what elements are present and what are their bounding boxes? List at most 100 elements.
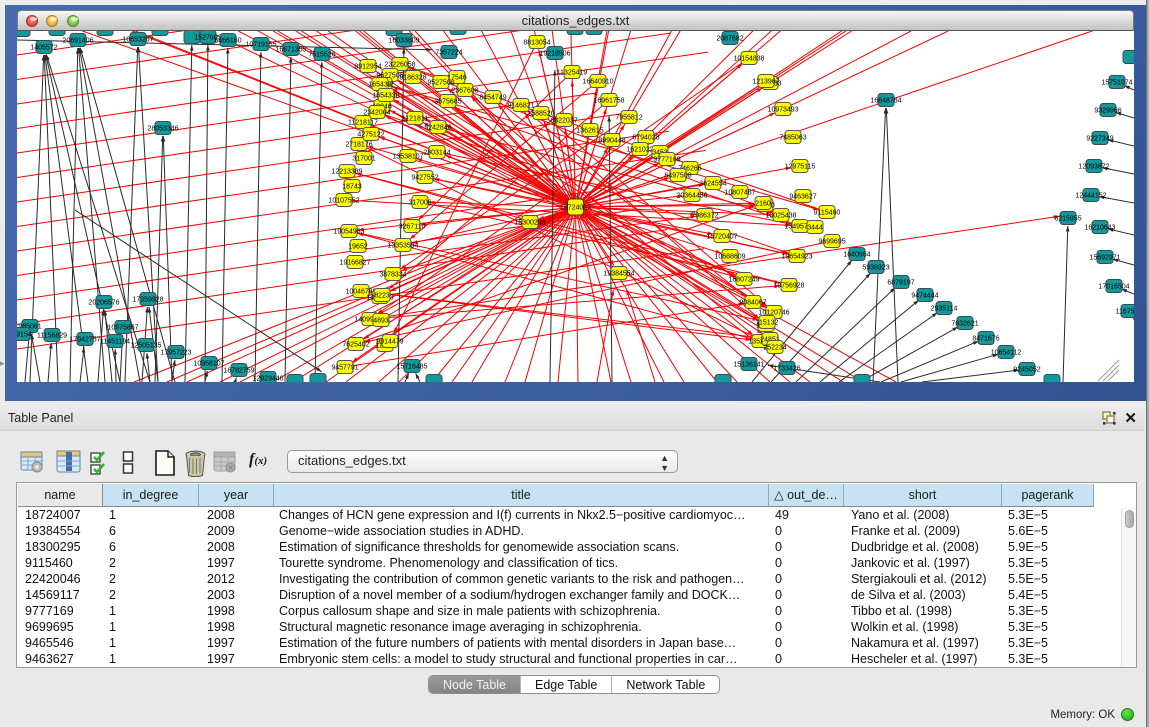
svg-text:7515526: 7515526: [308, 51, 335, 58]
svg-text:9146821: 9146821: [507, 102, 534, 109]
svg-text:9115460: 9115460: [814, 209, 841, 216]
svg-text:16033809: 16033809: [388, 37, 419, 44]
svg-text:11156829: 11156829: [37, 332, 67, 339]
svg-text:11451194: 11451194: [100, 338, 130, 345]
svg-text:13353594: 13353594: [387, 242, 418, 249]
svg-text:10807487: 10807487: [724, 189, 755, 196]
svg-text:6794028: 6794028: [632, 134, 659, 141]
svg-text:9427552: 9427552: [411, 174, 438, 181]
svg-text:10958107: 10958107: [193, 360, 224, 367]
svg-text:15751074: 15751074: [1101, 79, 1132, 86]
svg-text:19384554: 19384554: [603, 270, 634, 277]
svg-text:18724007: 18724007: [560, 204, 591, 211]
svg-text:9463627: 9463627: [789, 193, 816, 200]
svg-text:28053346: 28053346: [147, 125, 178, 132]
svg-text:19166827: 19166827: [339, 259, 370, 266]
svg-text:11325419: 11325419: [557, 69, 588, 76]
svg-text:7986372: 7986372: [691, 212, 718, 219]
svg-text:8454749: 8454749: [479, 94, 506, 101]
svg-text:8223: 8223: [374, 292, 390, 299]
svg-text:1405572: 1405572: [30, 44, 57, 51]
svg-text:8186328: 8186328: [399, 74, 426, 81]
svg-text:16782759: 16782759: [223, 367, 254, 374]
svg-text:17957223: 17957223: [160, 349, 191, 356]
svg-text:317006: 317006: [408, 199, 431, 206]
svg-text:3624554: 3624554: [699, 180, 726, 187]
svg-text:15716485: 15716485: [396, 363, 427, 370]
svg-text:10654112: 10654112: [991, 349, 1022, 356]
svg-text:17942757: 17942757: [69, 336, 100, 343]
svg-text:3444: 3444: [807, 224, 823, 231]
svg-text:9914479: 9914479: [376, 338, 403, 345]
svg-text:10154838: 10154838: [733, 55, 764, 62]
svg-text:2718176: 2718176: [345, 141, 372, 148]
svg-text:10719155: 10719155: [245, 41, 276, 48]
svg-text:8813054: 8813054: [523, 39, 550, 46]
svg-text:4893: 4893: [373, 317, 389, 324]
svg-text:7955812: 7955812: [615, 114, 642, 121]
svg-text:6497508: 6497508: [664, 172, 691, 179]
svg-text:19654923: 19654923: [781, 253, 812, 260]
svg-text:7632621: 7632621: [951, 320, 978, 327]
svg-text:7625402: 7625402: [342, 341, 369, 348]
svg-text:317001: 317001: [352, 155, 375, 162]
svg-text:20691406: 20691406: [62, 37, 93, 44]
svg-text:115132: 115132: [756, 319, 779, 326]
svg-text:8215955: 8215955: [1054, 215, 1081, 222]
svg-text:10688609: 10688609: [714, 253, 745, 260]
svg-text:10653267: 10653267: [122, 36, 153, 43]
svg-text:8912954: 8912954: [354, 63, 381, 70]
svg-text:252234: 252234: [763, 344, 786, 351]
svg-text:12213389: 12213389: [331, 168, 362, 175]
svg-text:9777169: 9777169: [653, 156, 680, 163]
svg-text:20206576: 20206576: [88, 299, 119, 306]
svg-text:1654338: 1654338: [372, 92, 399, 99]
svg-text:1167533: 1167533: [1116, 308, 1134, 315]
svg-text:16671355: 16671355: [275, 46, 306, 53]
svg-text:19652: 19652: [348, 243, 368, 250]
svg-text:19054983: 19054983: [333, 228, 364, 235]
svg-text:2087682: 2087682: [716, 35, 743, 42]
svg-text:2803144: 2803144: [423, 149, 450, 156]
svg-text:10107552: 10107552: [328, 197, 359, 204]
svg-text:1213967: 1213967: [752, 78, 779, 85]
svg-text:9527508: 9527508: [427, 79, 454, 86]
svg-text:12923446: 12923446: [252, 375, 283, 382]
svg-text:15692971: 15692971: [1089, 254, 1120, 261]
svg-text:10975867: 10975867: [107, 324, 138, 331]
svg-text:9329966: 9329966: [1094, 107, 1121, 114]
svg-text:8990448: 8990448: [598, 137, 625, 144]
svg-text:9242848: 9242848: [424, 124, 451, 131]
svg-text:9457791: 9457791: [331, 364, 358, 371]
svg-text:8471676: 8471676: [972, 335, 999, 342]
svg-text:11218117: 11218117: [348, 119, 378, 126]
svg-text:15720407: 15720407: [706, 233, 737, 240]
svg-text:3675685: 3675685: [434, 98, 461, 105]
svg-text:12093872: 12093872: [1078, 163, 1109, 170]
svg-text:1588520: 1588520: [527, 110, 554, 117]
svg-text:1362615: 1362615: [576, 127, 603, 134]
svg-text:1640954: 1640954: [843, 251, 870, 258]
svg-text:6466160: 6466160: [214, 37, 241, 44]
svg-text:39154: 39154: [17, 331, 32, 338]
svg-text:2367608: 2367608: [451, 87, 478, 94]
svg-text:1121811: 1121811: [402, 115, 428, 122]
svg-text:10025438: 10025438: [765, 212, 796, 219]
svg-text:2935114: 2935114: [931, 305, 958, 312]
svg-text:2160: 2160: [755, 200, 771, 207]
svg-text:23226058: 23226058: [384, 61, 415, 68]
svg-text:17359928: 17359928: [132, 296, 163, 303]
svg-text:9245052: 9245052: [1013, 366, 1040, 373]
svg-text:19218506: 19218506: [539, 50, 570, 57]
svg-text:13538107: 13538107: [392, 153, 423, 160]
svg-text:16648784: 16648784: [870, 97, 901, 104]
svg-text:6879197: 6879197: [887, 279, 914, 286]
svg-text:165433: 165433: [368, 81, 391, 88]
svg-text:17016504: 17016504: [1098, 283, 1129, 290]
svg-text:4275122: 4275122: [357, 131, 384, 138]
svg-text:16961758: 16961758: [593, 97, 624, 104]
svg-text:19756928: 19756928: [773, 282, 804, 289]
svg-text:7485063: 7485063: [779, 134, 806, 141]
svg-text:10973493: 10973493: [767, 106, 798, 113]
svg-text:7357224: 7357224: [435, 49, 462, 56]
